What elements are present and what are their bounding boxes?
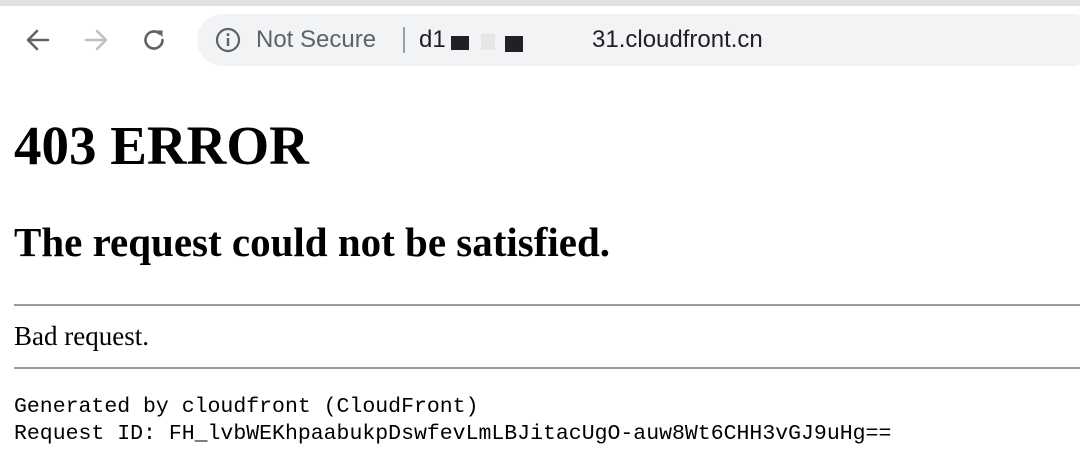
address-divider xyxy=(403,27,405,53)
browser-toolbar: Not Secure d1 31.cloudfront.cn xyxy=(0,0,1080,75)
url-text-start[interactable]: d1 xyxy=(419,26,446,54)
page-title: 403 ERROR xyxy=(14,115,309,176)
forward-button[interactable] xyxy=(78,22,114,58)
info-icon[interactable] xyxy=(215,27,241,53)
tab-strip-edge xyxy=(0,0,1080,6)
redaction-smudge xyxy=(481,34,495,50)
forward-arrow-icon xyxy=(84,29,108,51)
reload-button[interactable] xyxy=(136,22,172,58)
address-bar[interactable]: Not Secure d1 31.cloudfront.cn xyxy=(197,14,1080,66)
security-status[interactable]: Not Secure xyxy=(256,26,376,54)
reload-icon xyxy=(144,30,164,50)
error-page: 403 ERROR The request could not be satis… xyxy=(0,74,1080,458)
error-message: Bad request. xyxy=(14,321,149,351)
error-details: Generated by cloudfront (CloudFront) Requ… xyxy=(14,394,891,448)
generated-by-text: Generated by cloudfront (CloudFront) xyxy=(14,395,479,419)
redaction-mark xyxy=(505,36,523,52)
url-text-end[interactable]: 31.cloudfront.cn xyxy=(592,26,763,54)
divider xyxy=(14,367,1080,369)
error-subtitle: The request could not be satisfied. xyxy=(14,219,611,265)
request-id-text: Request ID: FH_lvbWEKhpaabukpDswfevLmLBJ… xyxy=(14,422,892,446)
back-arrow-icon xyxy=(26,29,50,51)
divider xyxy=(14,304,1080,306)
redaction-mark xyxy=(451,36,469,50)
back-button[interactable] xyxy=(20,22,56,58)
